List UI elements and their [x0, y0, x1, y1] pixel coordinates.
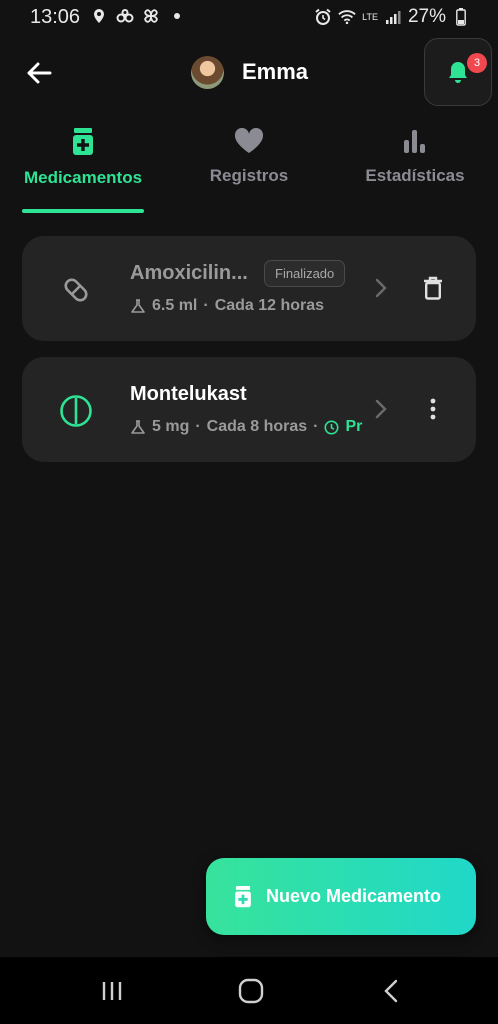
medication-name: Amoxicilin...	[130, 262, 248, 284]
link-icon	[116, 7, 134, 25]
medication-frequency: Cada 12 horas	[214, 297, 325, 314]
system-back-button[interactable]	[377, 977, 405, 1005]
chevron-right-icon[interactable]	[369, 276, 393, 300]
tab-medicamentos[interactable]: Medicamentos	[22, 128, 144, 218]
more-vertical-icon	[430, 398, 436, 420]
alarm-icon	[314, 8, 332, 26]
user-name: Emma	[242, 59, 309, 84]
network-type: LTE	[362, 11, 378, 22]
wifi-icon	[338, 8, 356, 26]
system-nav-bar	[0, 957, 498, 1024]
notification-badge: 3	[467, 53, 487, 73]
tab-registros[interactable]: Registros	[200, 128, 298, 218]
status-right-icons: LTE 27%	[314, 6, 470, 28]
medication-details: 6.5 ml · Cada 12 horas	[130, 297, 324, 315]
recent-apps-icon	[102, 982, 122, 1000]
pinwheel-icon	[142, 7, 160, 25]
back-button[interactable]	[22, 56, 56, 90]
flask-icon	[131, 299, 145, 313]
home-icon	[238, 978, 264, 1004]
battery-percent: 27%	[407, 6, 446, 27]
clock-icon	[324, 420, 339, 434]
signal-icon	[384, 8, 402, 26]
dot-icon	[168, 7, 186, 25]
medication-dose: 5 mg	[152, 418, 190, 435]
medication-details: 5 mg · Cada 8 horas · Pr	[130, 418, 365, 436]
chevron-right-icon[interactable]	[369, 397, 393, 421]
separator: ·	[203, 297, 209, 314]
home-button[interactable]	[237, 977, 265, 1005]
status-bar: 13:06 LTE 27%	[0, 0, 498, 34]
tab-label: Registros	[209, 166, 289, 185]
delete-button[interactable]	[419, 274, 447, 302]
battery-icon	[452, 8, 470, 26]
tab-label: Estadísticas	[365, 166, 465, 185]
separator: ·	[195, 418, 201, 435]
trash-icon	[424, 276, 442, 300]
medicine-bottle-icon	[234, 885, 252, 908]
medication-name: Montelukast	[130, 383, 247, 405]
medication-dose: 6.5 ml	[152, 297, 198, 314]
medication-card[interactable]: Amoxicilin... Finalizado 6.5 ml · Cada 1…	[22, 236, 476, 341]
medication-frequency: Cada 8 horas	[206, 418, 308, 435]
chevron-left-icon	[384, 979, 398, 1003]
tab-label: Medicamentos	[23, 168, 143, 187]
medication-card[interactable]: Montelukast 5 mg · Cada 8 horas · Pr	[22, 357, 476, 462]
bell-icon	[449, 62, 467, 83]
fab-label: Nuevo Medicamento	[266, 886, 442, 906]
medication-status: Pr	[345, 418, 363, 435]
arrow-left-icon	[27, 62, 52, 84]
tab-estadisticas[interactable]: Estadísticas	[360, 128, 470, 218]
active-tab-indicator	[22, 209, 144, 213]
pill-capsule-icon	[59, 273, 93, 307]
flask-icon	[131, 420, 145, 434]
more-options-button[interactable]	[419, 395, 447, 423]
status-time: 13:06	[30, 6, 81, 28]
recent-apps-button[interactable]	[98, 977, 126, 1005]
status-left-icons	[90, 7, 186, 25]
status-badge: Finalizado	[264, 260, 346, 287]
separator: ·	[313, 418, 319, 435]
notifications-button[interactable]: 3	[424, 38, 492, 106]
heart-icon	[234, 128, 264, 153]
new-medication-button[interactable]: Nuevo Medicamento	[206, 858, 476, 935]
location-icon	[90, 7, 108, 25]
avatar[interactable]	[191, 56, 224, 89]
medicine-bottle-icon	[73, 128, 93, 155]
tablet-icon	[59, 394, 93, 428]
bar-chart-icon	[404, 130, 425, 153]
